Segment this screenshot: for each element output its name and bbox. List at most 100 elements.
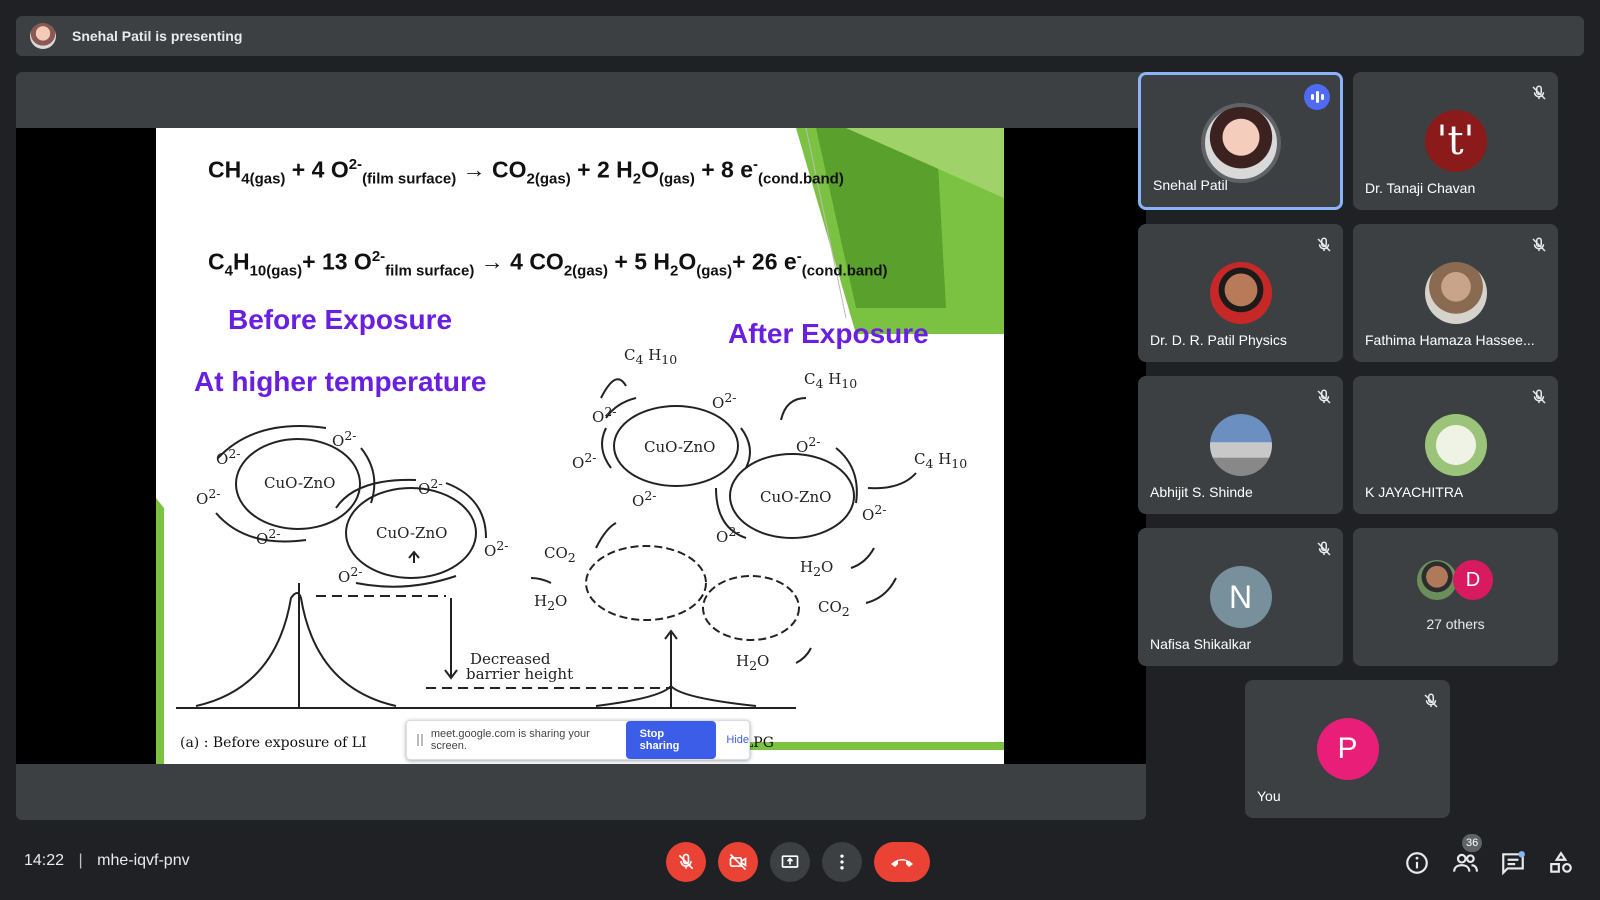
slide-green-bottom: [746, 742, 1004, 750]
oxygen-ion-label: O2-: [484, 538, 509, 560]
participant-name: Nafisa Shikalkar: [1150, 636, 1252, 652]
participant-tile-abhijit[interactable]: Abhijit S. Shinde: [1138, 376, 1343, 514]
avatar: [1209, 414, 1272, 476]
presenter-text: Snehal Patil is presenting: [72, 28, 243, 44]
higher-temperature-heading: At higher temperature: [194, 366, 487, 397]
presenter-avatar: [30, 23, 56, 49]
avatar: [1424, 262, 1487, 324]
people-icon[interactable]: [1452, 850, 1478, 876]
oxygen-ion-label: O2-: [592, 404, 617, 426]
grain-label: CuO-ZnO: [376, 524, 448, 542]
presentation-slide: CH4(gas) + 4 O2-(film surface) → CO2(gas…: [156, 128, 1004, 764]
barrier-height-label: barrier height: [466, 665, 574, 683]
meeting-details-info-icon[interactable]: [1404, 850, 1430, 876]
depletion-arc: [601, 427, 612, 469]
participant-name: Fathima Hamaza Hassee...: [1365, 332, 1535, 348]
participant-tile-k-jayachitra[interactable]: K JAYACHITRA: [1353, 376, 1558, 514]
camera-toggle-button[interactable]: [718, 842, 758, 882]
mic-off-icon: [1532, 389, 1546, 404]
gas-arrow: [600, 378, 627, 399]
participant-tile-self[interactable]: P You: [1245, 680, 1450, 818]
leave-call-button[interactable]: [874, 842, 930, 882]
gas-arrow: [795, 647, 812, 664]
avatar: [1424, 414, 1487, 476]
butane-label: C4 H10: [804, 370, 858, 391]
meeting-code: mhe-iqvf-pnv: [97, 852, 190, 869]
before-grains: [215, 425, 487, 588]
chat-icon[interactable]: [1500, 850, 1526, 876]
butane-label: C4 H10: [624, 346, 678, 367]
avatar: [1200, 103, 1281, 183]
participant-name: Abhijit S. Shinde: [1150, 484, 1253, 500]
mic-off-icon: [1532, 85, 1546, 100]
gas-arrow: [865, 577, 897, 604]
present-screen-button[interactable]: [770, 842, 810, 882]
end-call-icon: [891, 859, 913, 867]
oxygen-ion-label: O2-: [338, 564, 363, 586]
gas-arrow: [867, 472, 917, 490]
more-options-button[interactable]: [822, 842, 862, 882]
participant-name: You: [1257, 788, 1281, 804]
h2o-label: H2O: [736, 652, 770, 673]
avatar: P: [1316, 718, 1379, 780]
speaking-indicator-icon: [1304, 84, 1330, 110]
after-grains: [530, 378, 917, 664]
grain-label: CuO-ZnO: [760, 488, 832, 506]
barrier-peak-high: [195, 592, 397, 707]
equation-butane: C4H10(gas)+ 13 O2-film surface) → 4 CO2(…: [208, 248, 888, 280]
participant-name: K JAYACHITRA: [1365, 484, 1464, 500]
co2-label: CO2: [818, 598, 850, 619]
participant-tile-fathima[interactable]: Fathima Hamaza Hassee...: [1353, 224, 1558, 362]
gas-arrow: [850, 547, 875, 569]
participant-name: Dr. Tanaji Chavan: [1365, 180, 1476, 196]
participant-tile-snehal-patil[interactable]: Snehal Patil: [1138, 72, 1343, 210]
mic-off-icon: [1317, 389, 1331, 404]
mic-off-icon: [678, 853, 694, 870]
h2o-label: H2O: [800, 558, 834, 579]
hide-button[interactable]: Hide: [726, 734, 749, 746]
grain-label: CuO-ZnO: [644, 438, 716, 456]
oxygen-ion-label: O2-: [716, 524, 741, 546]
participant-name: Dr. D. R. Patil Physics: [1150, 332, 1287, 348]
oxygen-ion-label: O2-: [796, 434, 821, 456]
screen-share-notification: meet.google.com is sharing your screen. …: [406, 720, 750, 760]
participant-tile-others[interactable]: D 27 others: [1353, 528, 1558, 666]
oxygen-ion-label: O2-: [216, 446, 241, 468]
presenter-banner: Snehal Patil is presenting: [16, 16, 1584, 56]
participant-tile-dr-patil[interactable]: Dr. D. R. Patil Physics: [1138, 224, 1343, 362]
butane-label: C4 H10: [914, 450, 968, 471]
grain-dashed: [585, 545, 707, 621]
mic-off-icon: [1532, 237, 1546, 252]
avatar: N: [1209, 566, 1272, 628]
oxygen-ion-label: O2-: [256, 526, 281, 548]
activities-icon[interactable]: [1548, 850, 1574, 876]
after-exposure-heading: After Exposure: [728, 318, 929, 349]
drag-handle-icon[interactable]: [417, 734, 423, 746]
avatar: 't': [1424, 110, 1487, 172]
more-vert-icon: [840, 854, 844, 870]
present-icon: [781, 855, 799, 868]
co2-label: CO2: [544, 544, 576, 565]
share-message: meet.google.com is sharing your screen.: [430, 728, 590, 752]
participant-tile-nafisa[interactable]: N Nafisa Shikalkar: [1138, 528, 1343, 666]
grain-dashed: [702, 575, 800, 641]
bottom-toolbar: 14:22 | mhe-iqvf-pnv 36: [0, 820, 1600, 900]
depletion-arc: [445, 482, 487, 539]
shared-screen: CH4(gas) + 4 O2-(film surface) → CO2(gas…: [16, 128, 1146, 764]
presentation-stage: CH4(gas) + 4 O2-(film surface) → CO2(gas…: [16, 72, 1146, 820]
others-count: 27 others: [1426, 616, 1485, 632]
oxygen-ion-label: O2-: [712, 390, 737, 412]
avatar: [1417, 560, 1457, 600]
avatar: [1209, 262, 1272, 324]
gas-arrow: [595, 522, 617, 549]
slide-green-left: [156, 498, 164, 764]
stop-sharing-button[interactable]: Stop sharing: [625, 721, 717, 759]
mic-toggle-button[interactable]: [666, 842, 706, 882]
mic-off-icon: [1317, 541, 1331, 556]
depletion-arc: [360, 447, 376, 504]
camera-off-icon: [729, 853, 747, 871]
meeting-info: 14:22 | mhe-iqvf-pnv: [24, 852, 190, 870]
oxygen-ion-label: O2-: [572, 450, 597, 472]
participant-tile-tanaji-chavan[interactable]: 't' Dr. Tanaji Chavan: [1353, 72, 1558, 210]
mic-off-icon: [1424, 693, 1438, 708]
